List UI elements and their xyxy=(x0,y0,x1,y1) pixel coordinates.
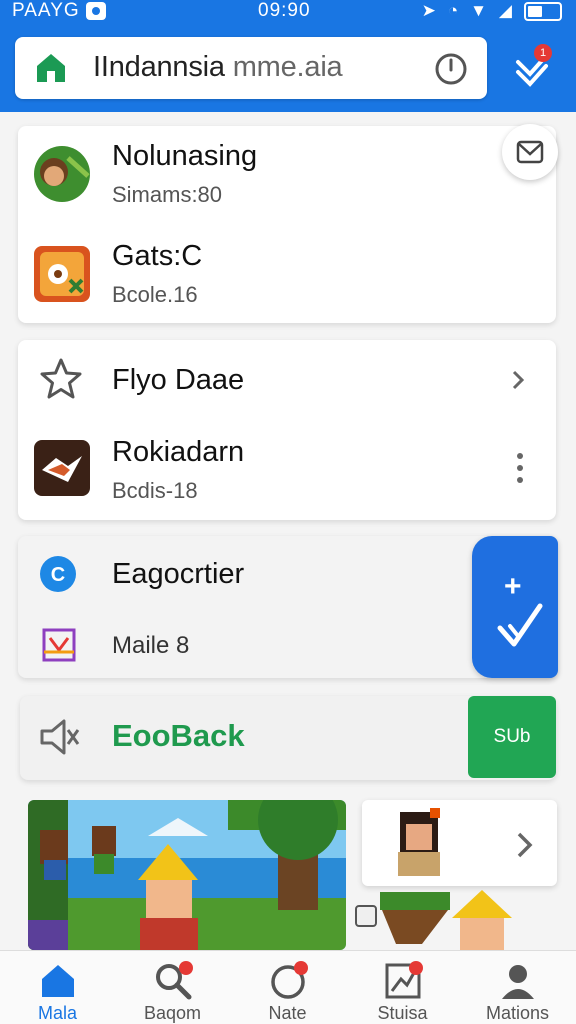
game-banner[interactable] xyxy=(28,800,346,950)
item-title: Nolunasing xyxy=(112,140,258,172)
list-item[interactable]: Nolunasing Simams:80 xyxy=(18,126,556,226)
game-icon xyxy=(34,246,90,302)
nav-stats[interactable]: Stuisa xyxy=(345,951,460,1024)
app-header: PAAYG 09:90 ➤ ◔ ▼ ◢ IIndannsia mme.aia 1 xyxy=(0,0,576,112)
search-query-main: IIndannsia xyxy=(93,51,225,83)
svg-text:C: C xyxy=(51,564,65,586)
chat-icon: C xyxy=(40,556,76,592)
add-task-button[interactable]: + xyxy=(472,536,558,678)
favorites-card: Flyo Daae Rokiadarn Bcdis-18 xyxy=(18,340,556,520)
list-item[interactable]: Gats:C Bcole.16 xyxy=(18,226,556,323)
item-title: Rokiadarn xyxy=(112,436,245,468)
nav-badge xyxy=(294,961,308,975)
item-subtitle: Bcole.16 xyxy=(112,282,198,307)
nav-search[interactable]: Baqom xyxy=(115,951,230,1024)
bottom-navigation: Mala Baqom Nate Stuisa Mations xyxy=(0,950,576,1024)
nav-label: Mala xyxy=(37,1003,77,1023)
item-subtitle: Bcdis-18 xyxy=(112,478,198,503)
feedback-label: EooBack xyxy=(112,718,245,753)
item-title: Maile 8 xyxy=(112,632,190,659)
accounts-card: Nolunasing Simams:80 Gats:C Bcole.16 xyxy=(18,126,556,323)
status-bar: PAAYG 09:90 ➤ ◔ ▼ ◢ xyxy=(0,0,576,26)
item-title: Flyo Daae xyxy=(112,364,245,396)
item-subtitle: Simams:80 xyxy=(112,182,223,207)
signal-icon: ◢ xyxy=(498,1,512,20)
app-icon xyxy=(34,440,90,496)
nav-profile[interactable]: Mations xyxy=(460,951,575,1024)
star-icon xyxy=(40,358,82,399)
battery-icon xyxy=(524,1,562,21)
list-item[interactable]: Flyo Daae xyxy=(18,340,556,422)
avatar xyxy=(34,146,90,202)
nav-label: Nate xyxy=(268,1003,307,1023)
notifications-check-icon[interactable]: 1 xyxy=(508,44,556,92)
mute-icon xyxy=(40,719,80,755)
search-bar[interactable]: IIndannsia mme.aia xyxy=(15,37,487,99)
feedback-row[interactable]: EooBack SUb xyxy=(20,696,556,780)
chevron-right-icon xyxy=(512,370,525,390)
location-icon: ➤ xyxy=(421,1,436,20)
nav-badge xyxy=(179,961,193,975)
nav-label: Baqom xyxy=(143,1003,202,1023)
status-icons: ➤ ◔ ▼ ◢ xyxy=(422,0,562,22)
more-vertical-icon[interactable] xyxy=(516,450,524,486)
home-icon xyxy=(37,54,65,82)
chevron-right-icon xyxy=(517,832,533,858)
check-icon xyxy=(497,603,543,647)
inbox-icon xyxy=(42,628,76,662)
mail-button[interactable] xyxy=(502,124,558,180)
nav-label: Mations xyxy=(485,1003,550,1023)
nav-label: Stuisa xyxy=(377,1003,428,1023)
timer-icon[interactable] xyxy=(433,50,469,86)
sim-icon xyxy=(86,2,106,20)
game-characters-image xyxy=(355,890,512,950)
search-query-tail: mme.aia xyxy=(232,51,343,83)
carrier-label: PAAYG xyxy=(12,0,80,21)
mail-icon xyxy=(516,140,544,164)
nav-badge xyxy=(409,961,423,975)
status-time: 09:90 xyxy=(258,0,311,21)
promo-card[interactable] xyxy=(362,800,557,886)
item-title: Eagocrtier xyxy=(112,558,245,590)
item-title: Gats:C xyxy=(112,240,203,272)
search-input[interactable]: IIndannsia mme.aia xyxy=(93,51,343,84)
list-item[interactable]: Rokiadarn Bcdis-18 xyxy=(18,422,556,520)
submit-button[interactable]: SUb xyxy=(468,696,556,778)
notification-badge: 1 xyxy=(534,44,552,62)
home-icon xyxy=(42,965,74,997)
game-banner-image xyxy=(28,800,346,950)
alarm-icon: ◔ xyxy=(447,1,459,20)
profile-icon xyxy=(502,965,534,999)
nav-notes[interactable]: Nate xyxy=(230,951,345,1024)
character-icon xyxy=(398,808,440,876)
nav-home[interactable]: Mala xyxy=(0,951,115,1024)
wifi-icon: ▼ xyxy=(470,1,487,20)
